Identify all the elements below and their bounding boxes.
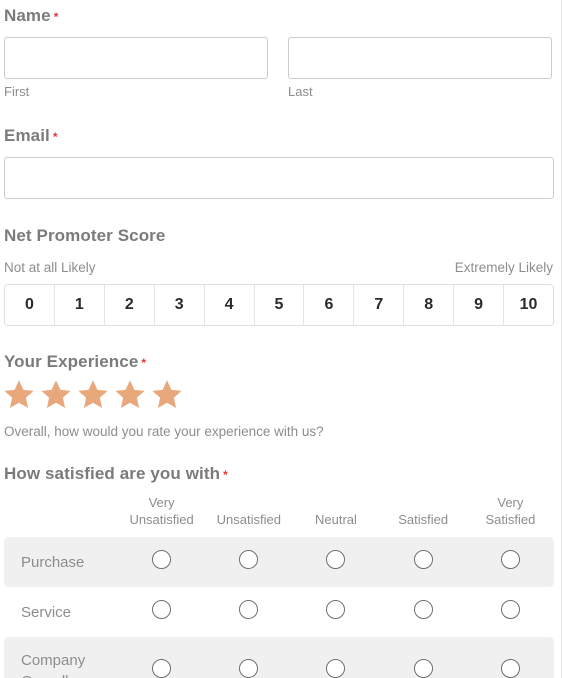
matrix-cell-service-very-unsatisfied[interactable] xyxy=(118,587,206,637)
name-field: Name * First Last xyxy=(0,0,561,100)
nps-option-9[interactable]: 9 xyxy=(453,285,504,325)
star-1-icon[interactable] xyxy=(2,378,36,411)
experience-field-label: Your Experience * xyxy=(4,352,555,372)
matrix-cell-purchase-very-unsatisfied[interactable] xyxy=(118,537,206,587)
table-row: Service xyxy=(4,587,554,637)
star-4-icon[interactable] xyxy=(113,378,147,411)
matrix-header-row: Very Unsatisfied Unsatisfied Neutral Sati… xyxy=(4,494,554,537)
name-inputs-row: First Last xyxy=(4,37,555,100)
nps-field-label: Net Promoter Score xyxy=(4,226,166,245)
nps-option-10[interactable]: 10 xyxy=(503,285,553,325)
nps-option-8[interactable]: 8 xyxy=(403,285,454,325)
nps-anchors: Not at all Likely Extremely Likely xyxy=(4,260,555,275)
email-required-asterisk: * xyxy=(52,130,58,144)
matrix-cell-service-unsatisfied[interactable] xyxy=(205,587,293,637)
matrix-cell-purchase-unsatisfied[interactable] xyxy=(205,537,293,587)
nps-option-7[interactable]: 7 xyxy=(353,285,404,325)
star-3-icon[interactable] xyxy=(76,378,110,411)
experience-required-asterisk: * xyxy=(141,356,147,370)
name-label-text: Name xyxy=(4,6,51,25)
radio-purchase-very-unsatisfied[interactable] xyxy=(152,550,172,569)
nps-option-1[interactable]: 1 xyxy=(53,285,104,325)
nps-option-4[interactable]: 4 xyxy=(203,285,254,325)
matrix-cell-company-overall-unsatisfied[interactable] xyxy=(205,637,293,678)
name-required-asterisk: * xyxy=(53,10,59,24)
last-name-sublabel: Last xyxy=(288,84,313,99)
first-name-input[interactable] xyxy=(4,37,268,79)
matrix-cell-service-satisfied[interactable] xyxy=(379,587,467,637)
email-label-text: Email xyxy=(4,126,50,145)
radio-service-very-satisfied[interactable] xyxy=(500,600,520,619)
matrix-column-header-unsatisfied: Unsatisfied xyxy=(216,512,281,527)
nps-option-6[interactable]: 6 xyxy=(303,285,354,325)
matrix-cell-company-overall-very-unsatisfied[interactable] xyxy=(118,637,206,678)
matrix-column-header-satisfied: Satisfied xyxy=(398,512,449,527)
radio-service-unsatisfied[interactable] xyxy=(239,600,259,619)
last-name-input[interactable] xyxy=(288,37,552,79)
nps-high-anchor: Extremely Likely xyxy=(454,260,553,275)
star-2-icon[interactable] xyxy=(39,378,73,411)
matrix-required-asterisk: * xyxy=(223,468,228,482)
matrix-cell-company-overall-very-satisfied[interactable] xyxy=(466,637,554,678)
matrix-header: Very Unsatisfied Unsatisfied Neutral Sati… xyxy=(4,494,554,537)
email-input[interactable] xyxy=(4,157,554,199)
matrix-row-label-company-overall: Company Overall xyxy=(4,637,118,678)
matrix-cell-service-very-satisfied[interactable] xyxy=(466,587,554,637)
matrix-label-text: How satisfied are you with xyxy=(4,464,221,483)
radio-company-overall-satisfied[interactable] xyxy=(413,659,433,678)
nps-scale: 0 1 2 3 4 5 6 7 8 9 10 xyxy=(4,284,554,326)
matrix-column-header-neutral: Neutral xyxy=(315,512,357,527)
experience-help-text: Overall, how would you rate your experie… xyxy=(4,424,324,439)
radio-company-overall-very-satisfied[interactable] xyxy=(500,659,520,678)
table-row: Purchase xyxy=(4,537,554,587)
satisfaction-matrix-field: How satisfied are you with * Very Unsatisf… xyxy=(0,464,561,678)
nps-option-2[interactable]: 2 xyxy=(103,285,154,325)
first-name-sublabel: First xyxy=(4,84,30,99)
star-5-icon[interactable] xyxy=(150,378,184,411)
radio-purchase-very-satisfied[interactable] xyxy=(500,550,520,569)
matrix-column-header-very-unsatisfied: Very Unsatisfied xyxy=(129,495,194,527)
matrix-row-label-service: Service xyxy=(4,587,118,637)
matrix-cell-service-neutral[interactable] xyxy=(292,587,380,637)
matrix-cell-purchase-satisfied[interactable] xyxy=(379,537,467,587)
last-name-column: Last xyxy=(288,37,552,100)
matrix-cell-company-overall-neutral[interactable] xyxy=(292,637,380,678)
nps-low-anchor: Not at all Likely xyxy=(4,260,96,275)
radio-purchase-satisfied[interactable] xyxy=(413,550,433,569)
survey-form: Name * First Last Email * Net Promoter Sco… xyxy=(0,0,562,678)
matrix-column-header-very-satisfied: Very Satisfied xyxy=(485,495,536,527)
radio-service-neutral[interactable] xyxy=(326,600,346,619)
matrix-corner-cell xyxy=(4,494,118,537)
name-field-label: Name * xyxy=(4,6,555,26)
matrix-body: Purchase Service Company Overall xyxy=(4,537,554,678)
star-rating xyxy=(2,378,555,411)
email-field: Email * xyxy=(0,126,561,199)
nps-option-0[interactable]: 0 xyxy=(5,285,54,325)
experience-label-text: Your Experience xyxy=(4,352,139,371)
email-field-label: Email * xyxy=(4,126,555,146)
matrix-cell-purchase-very-satisfied[interactable] xyxy=(466,537,554,587)
radio-service-satisfied[interactable] xyxy=(413,600,433,619)
table-row: Company Overall xyxy=(4,637,554,678)
radio-company-overall-unsatisfied[interactable] xyxy=(239,659,259,678)
net-promoter-score-field: Net Promoter Score Not at all Likely Ext… xyxy=(0,226,561,326)
radio-purchase-neutral[interactable] xyxy=(326,550,346,569)
matrix-cell-company-overall-satisfied[interactable] xyxy=(379,637,467,678)
radio-purchase-unsatisfied[interactable] xyxy=(239,550,259,569)
nps-option-3[interactable]: 3 xyxy=(153,285,204,325)
matrix-field-label: How satisfied are you with * xyxy=(4,464,555,484)
matrix-cell-purchase-neutral[interactable] xyxy=(292,537,380,587)
radio-service-very-unsatisfied[interactable] xyxy=(152,600,172,619)
radio-company-overall-neutral[interactable] xyxy=(326,659,346,678)
satisfaction-matrix-table: Very Unsatisfied Unsatisfied Neutral Sati… xyxy=(4,494,554,678)
nps-option-5[interactable]: 5 xyxy=(253,285,304,325)
your-experience-field: Your Experience * Overall, how would you … xyxy=(0,352,561,440)
matrix-row-label-purchase: Purchase xyxy=(4,537,118,587)
radio-company-overall-very-unsatisfied[interactable] xyxy=(152,659,172,678)
first-name-column: First xyxy=(4,37,268,100)
